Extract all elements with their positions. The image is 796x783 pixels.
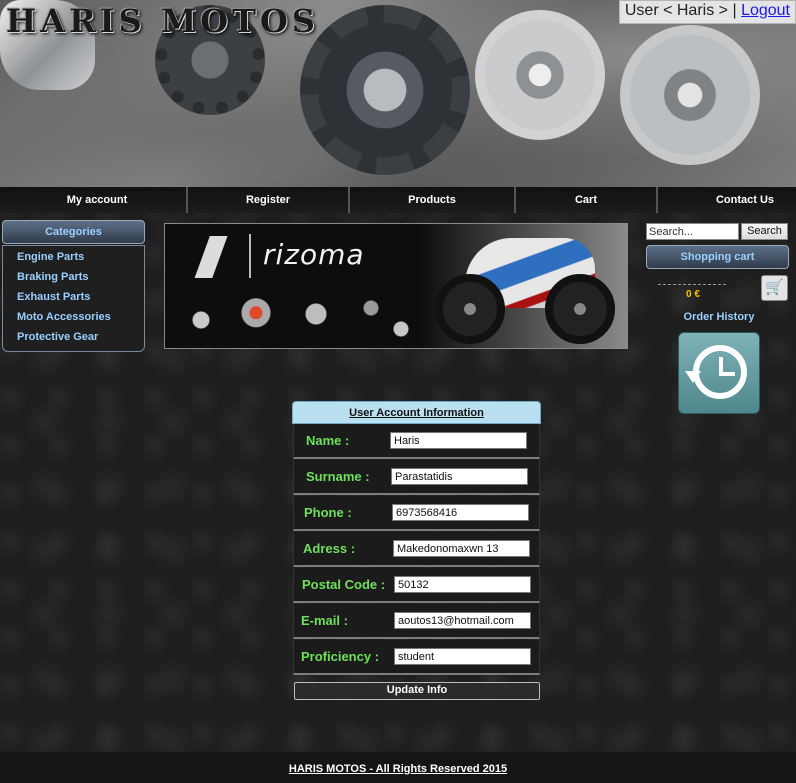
postal-code-field[interactable] bbox=[394, 576, 531, 593]
promo-brand-name: rizoma bbox=[263, 238, 365, 271]
user-greeting: User < Haris > bbox=[624, 2, 728, 19]
form-row-surname: Surname : bbox=[293, 460, 540, 495]
footer-copyright[interactable]: HARIS MOTOS - All Rights Reserved 2015 bbox=[0, 763, 796, 775]
shopping-cart-header[interactable]: Shopping cart bbox=[646, 245, 789, 269]
nav-my-account[interactable]: My account bbox=[0, 187, 188, 213]
email-label: E-mail : bbox=[301, 613, 348, 628]
form-row-postal-code: Postal Code : bbox=[293, 568, 540, 603]
order-history-label[interactable]: Order History bbox=[646, 311, 792, 323]
categories-header: Categories bbox=[2, 220, 145, 244]
promo-divider bbox=[249, 234, 251, 278]
category-engine-parts[interactable]: Engine Parts bbox=[3, 249, 144, 269]
rizoma-logo-mark bbox=[193, 236, 233, 278]
cart-total: Total: 0 € bbox=[658, 289, 700, 300]
motorcycle-image bbox=[435, 230, 620, 345]
nav-products[interactable]: Products bbox=[350, 187, 516, 213]
surname-label: Surname : bbox=[306, 469, 370, 484]
cart-total-label: Total: bbox=[658, 289, 680, 299]
chainring-image bbox=[300, 5, 470, 175]
name-field[interactable] bbox=[390, 432, 527, 449]
category-exhaust-parts[interactable]: Exhaust Parts bbox=[3, 289, 144, 309]
form-row-phone: Phone : bbox=[293, 496, 540, 531]
main-nav: My account Register Products Cart Contac… bbox=[0, 187, 796, 213]
history-clock-icon[interactable] bbox=[678, 332, 760, 414]
nav-cart[interactable]: Cart bbox=[516, 187, 658, 213]
update-info-button[interactable]: Update Info bbox=[294, 682, 540, 700]
site-logo[interactable]: HARIS MOTOS bbox=[6, 2, 319, 40]
email-field[interactable] bbox=[394, 612, 531, 629]
proficiency-field[interactable] bbox=[394, 648, 531, 665]
search-input[interactable] bbox=[646, 223, 739, 240]
footer: HARIS MOTOS - All Rights Reserved 2015 bbox=[0, 752, 796, 783]
phone-field[interactable] bbox=[392, 504, 529, 521]
logout-link[interactable]: Logout bbox=[741, 2, 790, 19]
user-separator: | bbox=[732, 2, 737, 19]
form-title: User Account Information bbox=[292, 401, 541, 424]
promo-banner[interactable]: rizoma bbox=[164, 223, 628, 349]
user-status: User < Haris > | Logout bbox=[618, 0, 796, 24]
form-row-name: Name : bbox=[293, 424, 540, 459]
form-row-email: E-mail : bbox=[293, 604, 540, 639]
category-braking-parts[interactable]: Braking Parts bbox=[3, 269, 144, 289]
category-protective-gear[interactable]: Protective Gear bbox=[3, 329, 144, 349]
category-moto-accessories[interactable]: Moto Accessories bbox=[3, 309, 144, 329]
brake-disc-image bbox=[620, 25, 760, 165]
name-label: Name : bbox=[306, 433, 350, 448]
proficiency-label: Proficiency : bbox=[301, 649, 380, 664]
promo-parts-image bbox=[171, 284, 421, 344]
categories-list: Engine Parts Braking Parts Exhaust Parts… bbox=[2, 245, 145, 352]
shopping-cart-icon[interactable]: 🛒 bbox=[761, 275, 788, 301]
brake-disc-image bbox=[475, 10, 605, 140]
cart-item-count: 0 items bbox=[658, 273, 688, 283]
search-button[interactable]: Search bbox=[741, 223, 788, 240]
nav-contact-us[interactable]: Contact Us bbox=[658, 187, 796, 213]
nav-register[interactable]: Register bbox=[188, 187, 350, 213]
address-label: Adress : bbox=[303, 541, 356, 556]
form-row-proficiency: Proficiency : bbox=[293, 640, 540, 675]
surname-field[interactable] bbox=[391, 468, 528, 485]
phone-label: Phone : bbox=[304, 505, 352, 520]
header-banner: HARIS MOTOS User < Haris > | Logout bbox=[0, 0, 796, 187]
address-field[interactable] bbox=[393, 540, 530, 557]
form-row-address: Adress : bbox=[293, 532, 540, 567]
cart-divider bbox=[658, 284, 726, 285]
postal-code-label: Postal Code : bbox=[302, 577, 386, 592]
cart-total-value: 0 € bbox=[686, 289, 700, 300]
